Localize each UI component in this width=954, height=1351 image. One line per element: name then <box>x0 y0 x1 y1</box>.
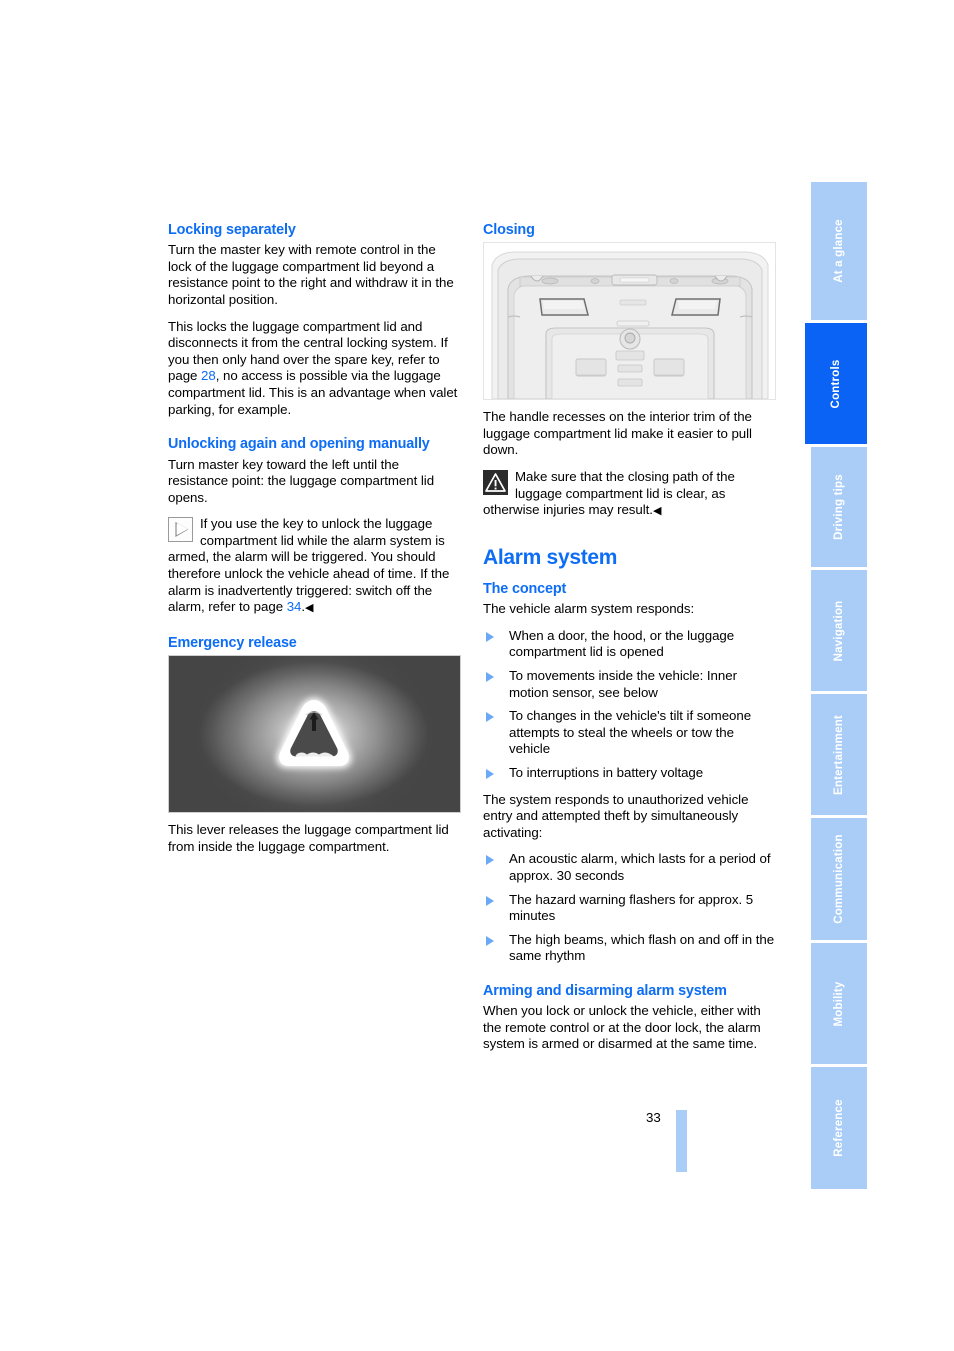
sidebar-tab-label: At a glance <box>833 219 845 283</box>
list-item-label: An acoustic alarm, which lasts for a per… <box>509 851 771 883</box>
list-item: To changes in the vehicle's tilt if some… <box>483 708 776 758</box>
list-item: The high beams, which flash on and off i… <box>483 932 776 965</box>
list-item-label: To interruptions in battery voltage <box>509 765 704 781</box>
heading-unlocking-again: Unlocking again and opening manually <box>168 436 430 453</box>
note-block-alarm-trigger: If you use the key to unlock the luggage… <box>168 516 461 617</box>
paragraph-locking-2: This locks the luggage compartment lid a… <box>168 319 461 419</box>
figure-emergency-release <box>168 655 461 814</box>
chapter-title-alarm-system: Alarm system <box>483 545 618 569</box>
sidebar-tab-controls[interactable]: Controls <box>805 323 867 444</box>
list-alarm-responds: When a door, the hood, or the luggage co… <box>483 628 776 782</box>
emergency-release-illustration <box>168 655 461 814</box>
heading-closing: Closing <box>483 222 535 238</box>
sidebar-tab-label: Driving tips <box>833 474 845 540</box>
caption-emergency-release: This lever releases the luggage compartm… <box>168 822 449 854</box>
warning-end-marker: ◀ <box>652 505 662 518</box>
sidebar-tab-label: Entertainment <box>833 714 845 795</box>
closing-illustration <box>483 242 776 401</box>
bullet-triangle-icon <box>486 855 494 866</box>
list-item: The hazard warning flashers for approx. … <box>483 892 776 925</box>
sidebar-tab-label: Mobility <box>833 980 845 1027</box>
bullet-triangle-icon <box>486 631 494 642</box>
list-item-label: The hazard warning flashers for approx. … <box>509 891 754 924</box>
left-column: Locking separately Turn the master key w… <box>168 222 461 865</box>
note-end-marker: ◀ <box>305 602 314 615</box>
heading-arming-disarming: Arming and disarming alarm system <box>483 982 727 999</box>
figure-closing <box>483 242 776 401</box>
right-column: Closing The handle recesses on the inter… <box>483 222 776 1053</box>
sidebar-tab-label: Controls <box>830 359 842 408</box>
page-number: 33 <box>646 1110 661 1125</box>
heading-the-concept: The concept <box>483 580 567 597</box>
sidebar-tab-entertainment[interactable]: Entertainment <box>811 694 867 815</box>
manual-page: Locking separately Turn the master key w… <box>0 0 954 1351</box>
sidebar-tab-label: Navigation <box>833 600 845 661</box>
sidebar-tab-label: Communication <box>833 834 845 924</box>
note-text-part1: If you use the key to unlock the luggage… <box>168 516 450 615</box>
warning-block-closing-path: Make sure that the closing path of the l… <box>483 469 776 520</box>
chapter-index-tabs: At a glance Controls Driving tips Naviga… <box>805 182 867 1192</box>
sidebar-tab-label: Reference <box>833 1099 845 1157</box>
page-reference-28[interactable]: 28 <box>201 368 216 383</box>
list-item-label: To changes in the vehicle's tilt if some… <box>509 708 752 757</box>
sidebar-tab-at-a-glance[interactable]: At a glance <box>811 182 867 320</box>
bullet-triangle-icon <box>486 672 494 683</box>
sidebar-tab-navigation[interactable]: Navigation <box>811 570 867 691</box>
warning-text: Make sure that the closing path of the l… <box>483 469 735 518</box>
paragraph-locking-1: Turn the master key with remote control … <box>168 242 454 308</box>
page-number-bar <box>676 1110 687 1172</box>
bullet-triangle-icon <box>486 935 494 946</box>
list-item: To movements inside the vehicle: Inner m… <box>483 668 776 701</box>
bullet-triangle-icon <box>486 712 494 723</box>
heading-emergency-release: Emergency release <box>168 634 297 651</box>
list-item-label: The high beams, which flash on and off i… <box>509 931 775 964</box>
list-item: An acoustic alarm, which lasts for a per… <box>483 851 776 884</box>
bullet-triangle-icon <box>486 895 494 906</box>
list-item: When a door, the hood, or the luggage co… <box>483 628 776 661</box>
list-item-label: When a door, the hood, or the luggage co… <box>509 627 735 660</box>
heading-locking-separately: Locking separately <box>168 222 296 238</box>
page-reference-34[interactable]: 34 <box>287 599 302 614</box>
list-item: To interruptions in battery voltage <box>483 765 776 782</box>
warning-triangle-icon <box>483 470 508 496</box>
play-triangle-icon <box>168 517 193 543</box>
paragraph-responds-intro: The system responds to unauthorized vehi… <box>483 791 749 840</box>
bullet-triangle-icon <box>486 769 494 780</box>
sidebar-tab-mobility[interactable]: Mobility <box>811 943 867 1064</box>
sidebar-tab-driving-tips[interactable]: Driving tips <box>811 447 867 567</box>
sidebar-tab-reference[interactable]: Reference <box>811 1067 867 1189</box>
list-alarm-activations: An acoustic alarm, which lasts for a per… <box>483 851 776 965</box>
paragraph-unlocking-1: Turn master key toward the left until th… <box>168 456 435 505</box>
paragraph-concept-intro: The vehicle alarm system responds: <box>483 601 695 617</box>
list-item-label: To movements inside the vehicle: Inner m… <box>509 668 737 700</box>
sidebar-tab-communication[interactable]: Communication <box>811 818 867 940</box>
paragraph-arming: When you lock or unlock the vehicle, eit… <box>483 1003 761 1052</box>
paragraph-closing-1: The handle recesses on the interior trim… <box>483 409 752 458</box>
